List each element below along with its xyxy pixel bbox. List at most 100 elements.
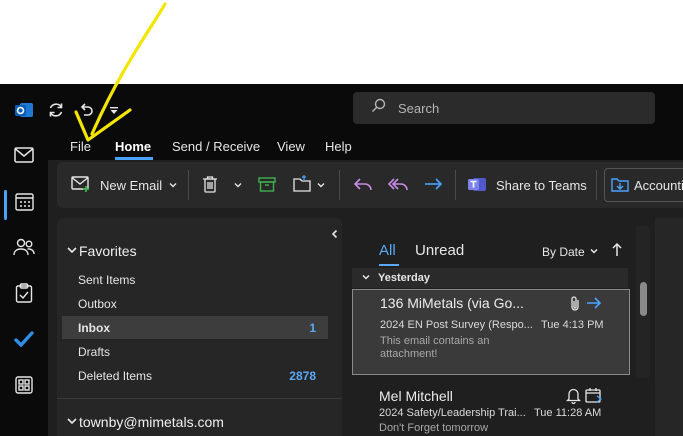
scrollbar-thumb[interactable]	[640, 282, 647, 316]
new-email-dropdown[interactable]	[168, 172, 178, 198]
move-to-folder-icon	[611, 175, 629, 196]
quick-step-accounting-label: Accounting	[634, 177, 683, 193]
ribbon-divider	[596, 170, 597, 200]
group-header-yesterday[interactable]: Yesterday	[352, 268, 628, 288]
chevron-down-icon	[66, 414, 78, 430]
quick-step-accounting[interactable]: Accounting	[604, 168, 683, 202]
ribbon-divider	[455, 170, 456, 200]
active-filter-underline	[379, 264, 399, 266]
ribbon-toolbar: New Email Share to Teams Accounti	[57, 162, 683, 208]
meeting-calendar-icon	[585, 387, 603, 409]
message-list: All Unread By Date Yesterday 136 MiMetal…	[352, 218, 644, 436]
share-to-teams-label: Share to Teams	[496, 177, 587, 193]
chevron-down-icon	[361, 272, 371, 285]
calendar-icon[interactable]	[8, 185, 40, 217]
move-button[interactable]	[293, 172, 326, 198]
chevron-down-icon	[233, 178, 243, 193]
menu-send-receive[interactable]: Send / Receive	[172, 139, 260, 154]
new-email-label: New Email	[100, 177, 163, 193]
folder-deleted-items[interactable]: Deleted Items 2878	[62, 364, 328, 387]
menu-home[interactable]: Home	[115, 139, 151, 154]
people-icon[interactable]	[8, 231, 40, 263]
forward-button[interactable]	[423, 172, 443, 198]
search-box[interactable]: Search	[353, 92, 655, 124]
folder-label: Inbox	[78, 320, 110, 335]
outlook-window: Search File Home Send / Receive View Hel…	[0, 84, 683, 436]
tab-unread[interactable]: Unread	[415, 242, 464, 259]
menu-help[interactable]: Help	[325, 139, 352, 154]
message-sender: Mel Mitchell	[379, 388, 453, 404]
active-tab-underline	[115, 157, 153, 160]
archive-button[interactable]	[258, 172, 276, 198]
menu-view[interactable]: View	[277, 139, 305, 154]
outlook-logo-icon	[12, 98, 36, 122]
message-time: Tue 11:28 AM	[534, 407, 602, 419]
folder-inbox[interactable]: Inbox 1	[62, 316, 328, 339]
todo-check-icon[interactable]	[8, 323, 40, 355]
message-item-selected[interactable]: 136 MiMetals (via Go... 2024 EN Post Sur…	[352, 289, 630, 375]
group-label: Yesterday	[378, 272, 430, 284]
forwarded-arrow-icon	[586, 296, 602, 315]
folder-label: Deleted Items	[78, 368, 153, 383]
collapse-pane-icon[interactable]	[330, 226, 340, 244]
new-email-button[interactable]: New Email	[71, 172, 162, 198]
unread-count: 1	[309, 320, 316, 335]
tasks-icon[interactable]	[8, 277, 40, 309]
more-apps-icon[interactable]	[8, 369, 40, 401]
chevron-down-icon	[589, 245, 599, 259]
account-email: townby@mimetals.com	[79, 414, 224, 430]
reply-icon	[353, 176, 373, 195]
reminder-bell-icon	[565, 387, 582, 409]
message-item[interactable]: Mel Mitchell 2024 Safety/Leadership Trai…	[352, 383, 628, 436]
customize-toolbar-icon[interactable]	[102, 98, 126, 122]
forward-icon	[423, 176, 443, 195]
folder-outbox[interactable]: Outbox	[62, 292, 328, 315]
message-sender: 136 MiMetals (via Go...	[380, 295, 524, 311]
message-time: Tue 4:13 PM	[541, 319, 604, 331]
delete-dropdown[interactable]	[233, 172, 243, 198]
sort-dropdown[interactable]: By Date	[542, 245, 599, 259]
title-bar: Search	[0, 84, 683, 134]
ribbon-divider	[339, 170, 340, 200]
sort-label: By Date	[542, 245, 585, 259]
delete-button[interactable]	[202, 172, 218, 198]
favorites-header[interactable]: Favorites	[66, 243, 137, 259]
trash-icon	[202, 175, 218, 196]
reply-all-button[interactable]	[387, 172, 409, 198]
message-subject: 2024 Safety/Leadership Trai...	[379, 407, 526, 419]
tab-all[interactable]: All	[379, 242, 396, 259]
search-icon	[371, 98, 386, 118]
folder-label: Outbox	[78, 296, 117, 311]
move-folder-icon	[293, 174, 313, 196]
folder-sent-items[interactable]: Sent Items	[62, 268, 328, 291]
account-header[interactable]: townby@mimetals.com	[66, 414, 224, 430]
chevron-down-icon	[168, 178, 178, 193]
blank-area-above-window	[0, 0, 683, 84]
folder-drafts[interactable]: Drafts	[62, 340, 328, 363]
search-placeholder: Search	[398, 100, 440, 116]
active-app-indicator	[4, 190, 7, 220]
message-subject: 2024 EN Post Survey (Respo...	[380, 319, 533, 331]
sync-icon[interactable]	[44, 98, 68, 122]
menu-file[interactable]: File	[70, 139, 91, 154]
chevron-down-icon	[316, 178, 326, 193]
folder-label: Sent Items	[78, 272, 136, 287]
paperclip-icon	[569, 295, 581, 317]
folder-pane: Favorites Sent Items Outbox Inbox 1 Draf…	[57, 218, 342, 436]
message-preview: Don't Forget tomorrow	[379, 422, 489, 434]
folder-label: Drafts	[78, 344, 111, 359]
message-preview: This email contains an attachment!	[380, 335, 490, 360]
archive-icon	[258, 176, 276, 195]
favorites-label: Favorites	[79, 243, 137, 259]
reply-button[interactable]	[353, 172, 373, 198]
new-email-icon	[71, 175, 91, 195]
pane-divider	[57, 398, 342, 399]
teams-icon	[467, 175, 487, 196]
menu-bar: File Home Send / Receive View Help	[48, 134, 683, 160]
reading-pane	[655, 218, 683, 436]
mail-icon[interactable]	[8, 139, 40, 171]
share-to-teams-button[interactable]: Share to Teams	[467, 172, 587, 198]
sort-direction-arrow-icon[interactable]	[611, 242, 623, 262]
undo-icon[interactable]	[74, 98, 98, 122]
reply-all-icon	[387, 176, 409, 195]
